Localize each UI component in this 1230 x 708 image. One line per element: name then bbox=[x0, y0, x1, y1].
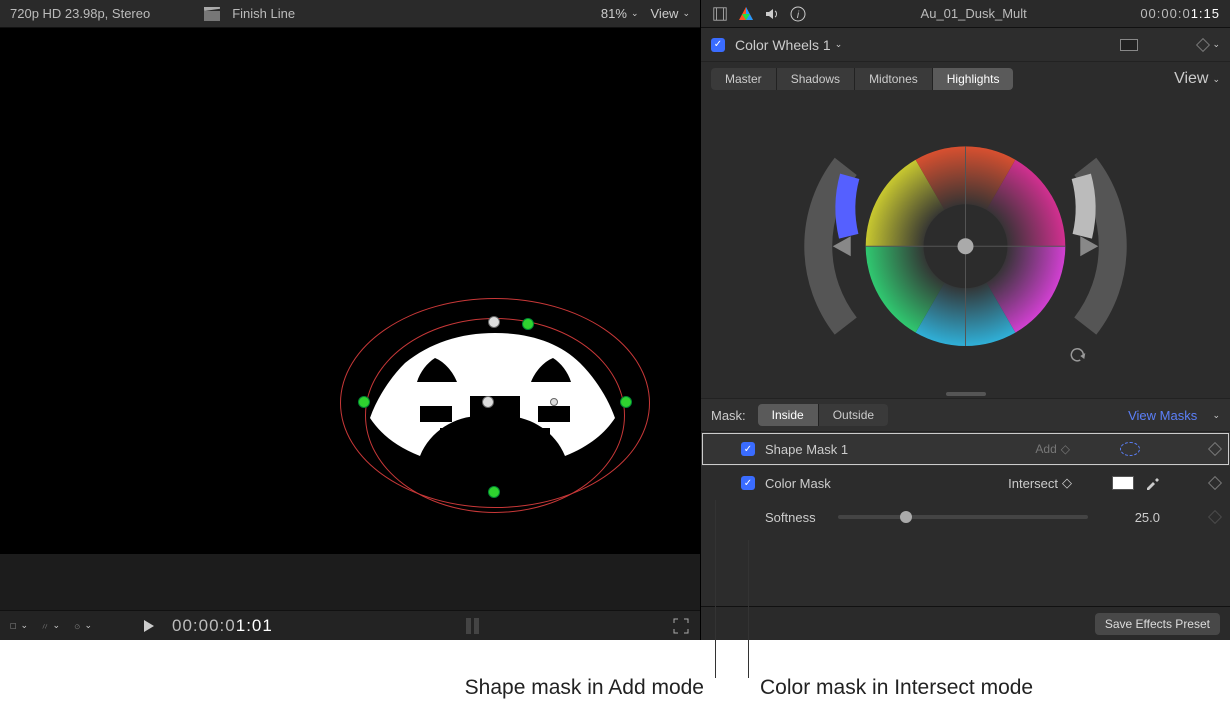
color-mask-name: Color Mask bbox=[765, 476, 831, 491]
mask-label: Mask: bbox=[711, 408, 746, 423]
save-preset-button[interactable]: Save Effects Preset bbox=[1095, 613, 1220, 635]
stepper-icon: ◇ bbox=[1061, 442, 1070, 456]
viewer-title: Finish Line bbox=[232, 6, 295, 21]
speed-dropdown[interactable]: ⌄ bbox=[74, 617, 92, 635]
keyframe-controls[interactable]: ⌄ bbox=[1198, 39, 1220, 50]
inspector-pane: i Au_01_Dusk_Mult 00:00:01:15 ✓ Color Wh… bbox=[700, 0, 1230, 640]
mask-outside-button[interactable]: Outside bbox=[819, 404, 888, 426]
audio-icon[interactable] bbox=[763, 5, 781, 23]
chevron-down-icon: ⌄ bbox=[631, 8, 639, 19]
brightness-handle[interactable] bbox=[1080, 236, 1098, 256]
fullscreen-button[interactable] bbox=[672, 617, 690, 635]
chevron-down-icon: ⌄ bbox=[1212, 410, 1220, 421]
effect-enable-checkbox[interactable]: ✓ bbox=[711, 38, 725, 52]
clapper-icon bbox=[204, 7, 220, 21]
shape-mask-mode-dropdown[interactable]: Add ◇ bbox=[1035, 442, 1070, 456]
mask-controls-bar: Mask: Inside Outside View Masks ⌄ bbox=[701, 398, 1230, 432]
tab-highlights[interactable]: Highlights bbox=[933, 68, 1014, 90]
keyframe-icon[interactable] bbox=[1208, 510, 1222, 524]
mask-handle-bottom[interactable] bbox=[488, 486, 500, 498]
tab-midtones[interactable]: Midtones bbox=[855, 68, 933, 90]
softness-slider[interactable] bbox=[838, 515, 1088, 519]
viewer-view-dropdown[interactable]: View⌄ bbox=[651, 6, 691, 21]
chevron-down-icon: ⌄ bbox=[1212, 74, 1220, 85]
color-mask-mode-dropdown[interactable]: Intersect ◇ bbox=[1008, 475, 1072, 491]
chevron-down-icon[interactable]: ⌄ bbox=[1212, 39, 1220, 50]
callouts: Shape mask in Add mode Color mask in Int… bbox=[0, 640, 1230, 708]
viewer-timecode[interactable]: 00:00:01:01 bbox=[172, 616, 273, 636]
clip-name: Au_01_Dusk_Mult bbox=[921, 6, 1027, 21]
inspector-top-bar: i Au_01_Dusk_Mult 00:00:01:15 bbox=[701, 0, 1230, 28]
clip-timecode: 00:00:01:15 bbox=[1140, 6, 1220, 21]
callout-shape: Shape mask in Add mode bbox=[465, 676, 704, 700]
chevron-down-icon: ⌄ bbox=[835, 39, 843, 50]
softness-row: Softness 25.0 bbox=[701, 500, 1230, 534]
mask-rotate[interactable] bbox=[550, 398, 558, 406]
shape-mask-name: Shape Mask 1 bbox=[765, 442, 848, 457]
info-icon[interactable]: i bbox=[789, 5, 807, 23]
viewer-transport: ⌄ ⌄ ⌄ 00:00:01:01 bbox=[0, 610, 700, 640]
tab-shadows[interactable]: Shadows bbox=[777, 68, 855, 90]
shape-mask-checkbox[interactable]: ✓ bbox=[741, 442, 755, 456]
keyframe-icon[interactable] bbox=[1208, 442, 1222, 456]
color-icon[interactable] bbox=[737, 5, 755, 23]
mask-handle-right[interactable] bbox=[620, 396, 632, 408]
svg-text:i: i bbox=[797, 10, 800, 21]
audio-meter bbox=[466, 618, 479, 634]
wheel-tabs-row: Master Shadows Midtones Highlights View … bbox=[701, 62, 1230, 94]
callout-color: Color mask in Intersect mode bbox=[760, 676, 1033, 700]
car-silhouette bbox=[360, 328, 630, 488]
effect-header: ✓ Color Wheels 1 ⌄ ⌄ bbox=[701, 28, 1230, 62]
mask-handle-left[interactable] bbox=[358, 396, 370, 408]
inspector-footer: Save Effects Preset bbox=[701, 606, 1230, 640]
drag-handle-icon[interactable] bbox=[946, 392, 986, 396]
tab-master[interactable]: Master bbox=[711, 68, 777, 90]
color-range-tabs: Master Shadows Midtones Highlights bbox=[711, 68, 1013, 90]
softness-label: Softness bbox=[765, 510, 816, 525]
color-wheel-area[interactable] bbox=[701, 94, 1230, 398]
keyframe-icon[interactable] bbox=[1196, 37, 1210, 51]
ellipse-icon[interactable] bbox=[1120, 442, 1140, 456]
retime-dropdown[interactable]: ⌄ bbox=[42, 617, 60, 635]
zoom-dropdown[interactable]: 81%⌄ bbox=[601, 6, 639, 21]
mask-indicator-icon[interactable] bbox=[1120, 39, 1138, 51]
mask-side-segment: Inside Outside bbox=[758, 404, 888, 426]
viewer-canvas[interactable] bbox=[0, 28, 700, 554]
color-wheel-puck[interactable] bbox=[958, 238, 974, 254]
softness-value[interactable]: 25.0 bbox=[1110, 510, 1160, 525]
mask-inside-button[interactable]: Inside bbox=[758, 404, 819, 426]
saturation-handle[interactable] bbox=[833, 236, 851, 256]
chevron-down-icon: ⌄ bbox=[682, 8, 690, 19]
keyframe-icon[interactable] bbox=[1208, 476, 1222, 490]
slider-knob[interactable] bbox=[900, 511, 912, 523]
video-format: 720p HD 23.98p, Stereo bbox=[10, 6, 150, 21]
play-button[interactable] bbox=[140, 617, 158, 635]
mask-center[interactable] bbox=[482, 396, 494, 408]
viewer-gap bbox=[0, 554, 700, 610]
view-masks-dropdown[interactable]: View Masks ⌄ bbox=[1128, 408, 1220, 423]
mask-handle[interactable] bbox=[522, 318, 534, 330]
crop-tool-dropdown[interactable]: ⌄ bbox=[10, 617, 28, 635]
mask-handle-top[interactable] bbox=[488, 316, 500, 328]
film-icon[interactable] bbox=[711, 5, 729, 23]
reset-button[interactable] bbox=[1071, 349, 1085, 361]
eyedropper-icon[interactable] bbox=[1144, 475, 1160, 491]
wheel-view-dropdown[interactable]: View ⌄ bbox=[1174, 70, 1220, 88]
color-mask-checkbox[interactable]: ✓ bbox=[741, 476, 755, 490]
mask-row-shape[interactable]: ✓ Shape Mask 1 Add ◇ bbox=[701, 432, 1230, 466]
viewer-pane: 720p HD 23.98p, Stereo Finish Line 81%⌄ … bbox=[0, 0, 700, 640]
mask-row-color[interactable]: ✓ Color Mask Intersect ◇ bbox=[701, 466, 1230, 500]
viewer-top-bar: 720p HD 23.98p, Stereo Finish Line 81%⌄ … bbox=[0, 0, 700, 28]
shape-mask-overlay[interactable] bbox=[340, 298, 650, 508]
color-swatch[interactable] bbox=[1112, 476, 1134, 490]
stepper-icon: ◇ bbox=[1062, 475, 1072, 491]
effect-name-dropdown[interactable]: Color Wheels 1 ⌄ bbox=[735, 37, 842, 53]
